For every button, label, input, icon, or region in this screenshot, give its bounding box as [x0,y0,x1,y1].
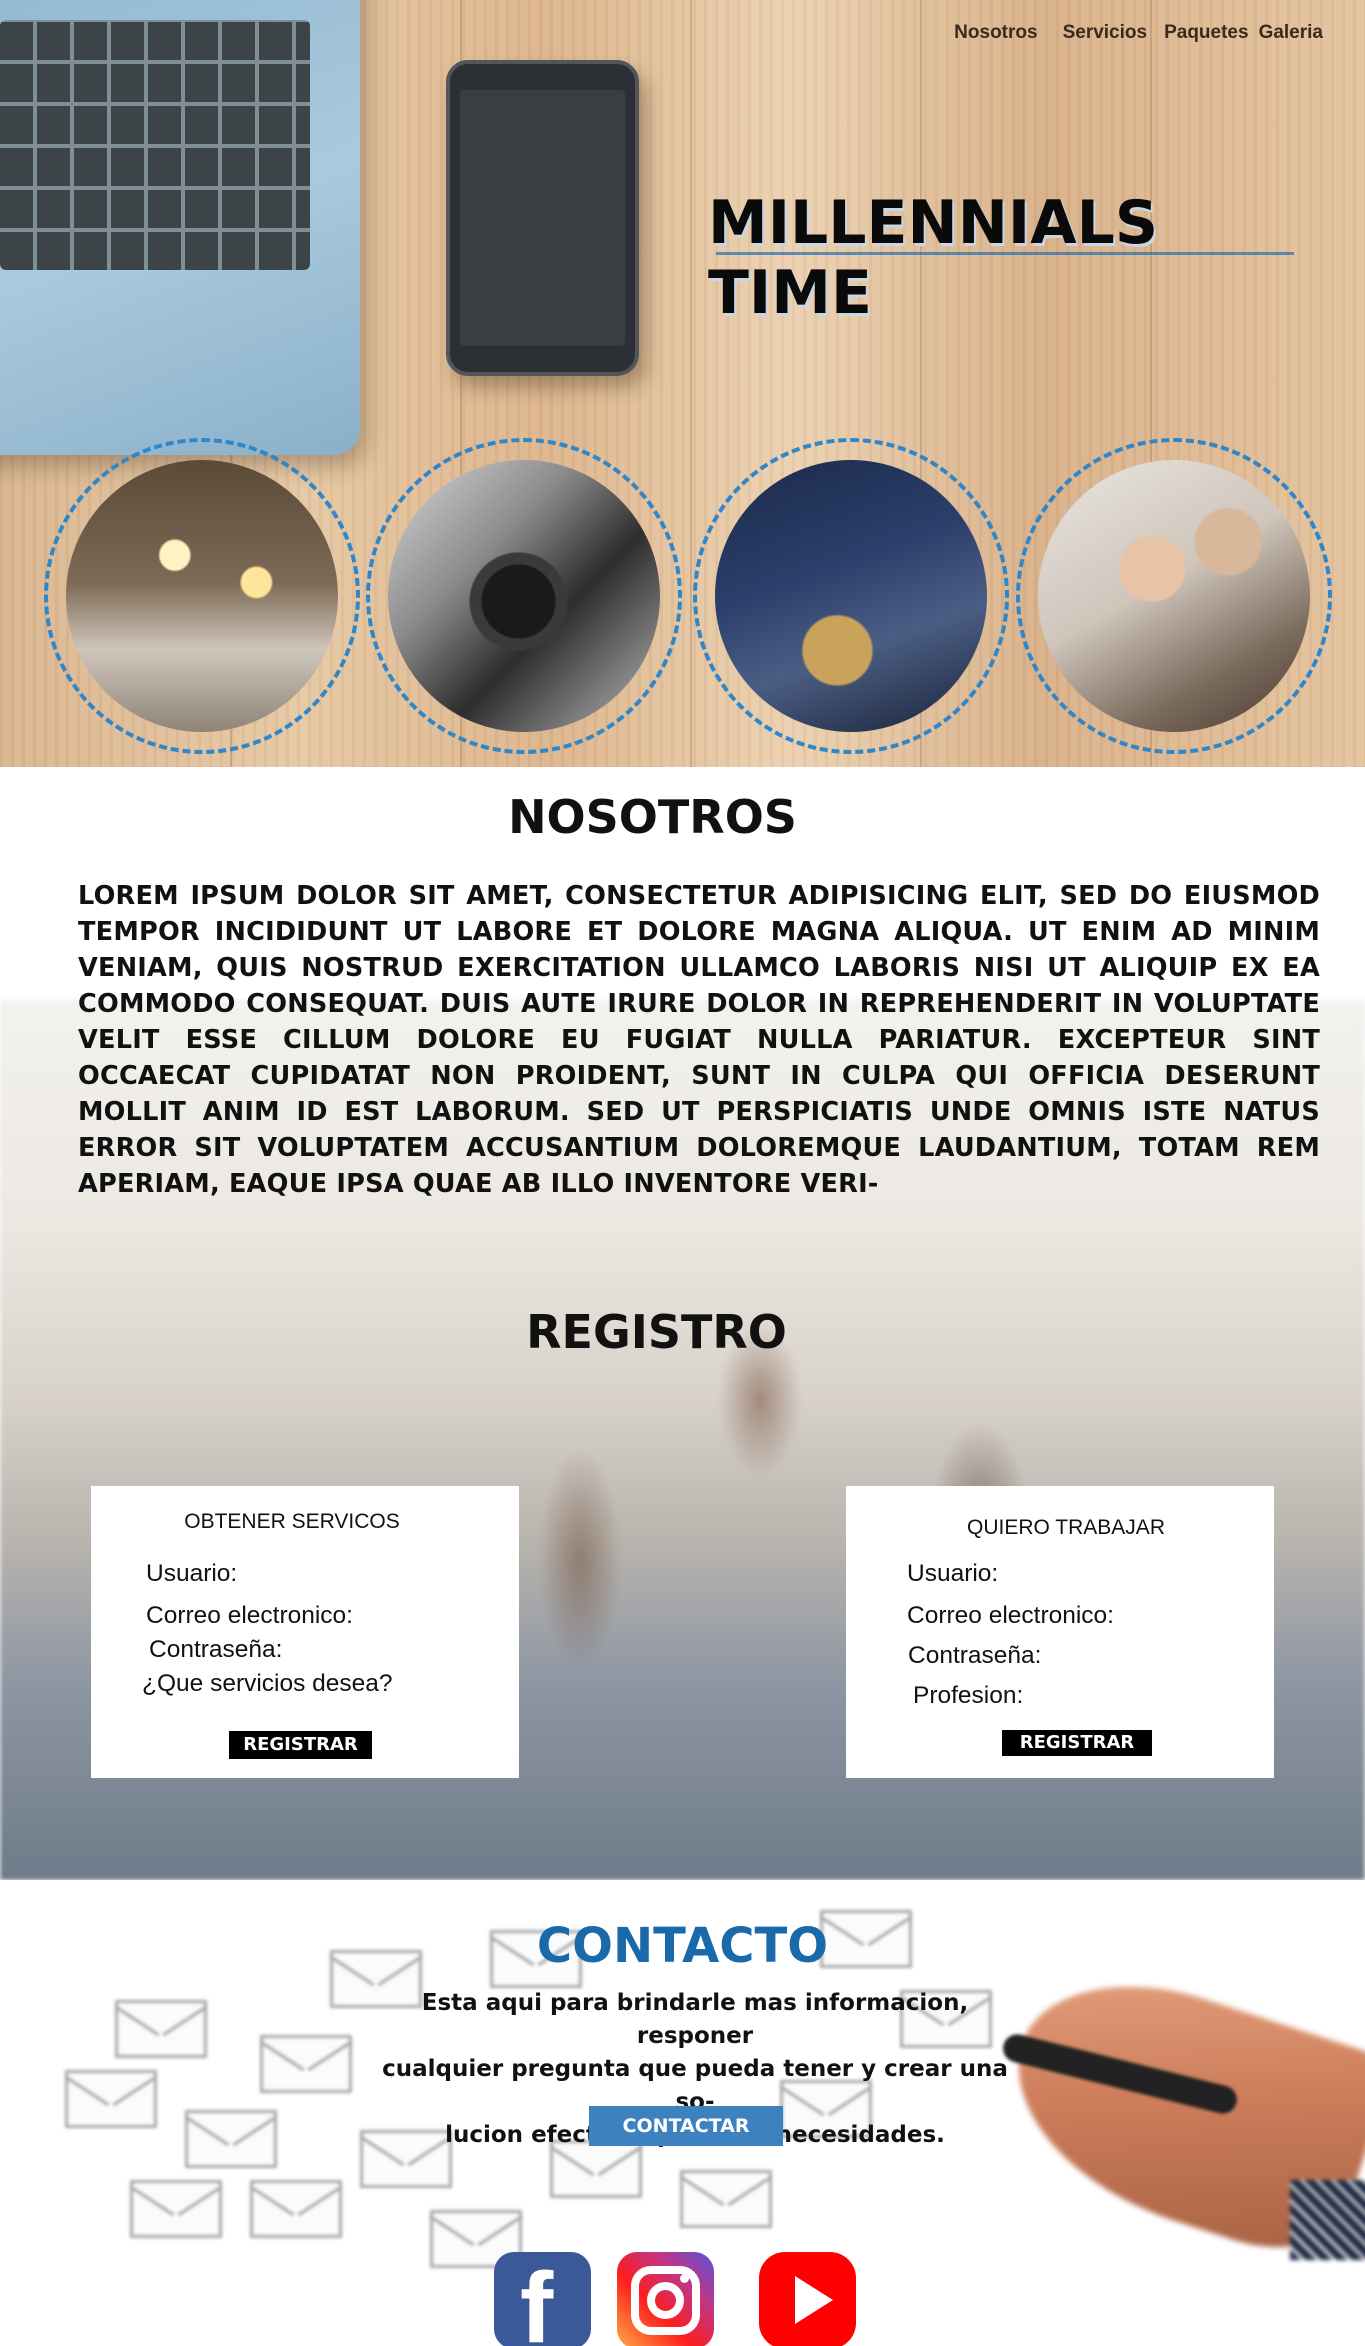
nav-link-servicios[interactable]: Servicios [1063,22,1148,44]
phone-screen [460,90,625,346]
wood-plank-line [690,0,692,767]
play-icon [795,2276,833,2324]
gallery-circle-dj[interactable] [693,438,1009,754]
nav-link-paquetes[interactable]: Paquetes [1164,22,1248,44]
gallery-circle-makeup[interactable] [1016,438,1332,754]
email-field[interactable]: Correo electronico: [146,1602,353,1630]
contacto-heading: CONTACTO [536,1918,829,1974]
envelope-icon [250,2180,342,2238]
card-title: OBTENER SERVICOS [184,1510,400,1533]
services-field[interactable]: ¿Que servicios desea? [142,1670,393,1698]
title-underline [716,252,1294,255]
envelope-icon [130,2180,222,2238]
hero-banner: Nosotros Servicios Paquetes Galeria MILL… [0,0,1365,767]
registrar-servicios-button[interactable]: REGISTRAR [229,1731,372,1759]
envelope-icon [115,2000,207,2058]
registrar-trabajar-button[interactable]: REGISTRAR [1002,1730,1152,1756]
main-nav: Nosotros Servicios Paquetes Galeria [954,22,1323,44]
usuario-field[interactable]: Usuario: [146,1560,237,1588]
event-lights-icon [66,460,338,732]
registro-heading: REGISTRO [526,1305,787,1359]
video-camera-icon [388,460,660,732]
shirt-sleeve-image [1290,2180,1365,2260]
facebook-f-glyph: f [520,2252,554,2346]
nosotros-heading: NOSOTROS [508,790,797,844]
contactar-button[interactable]: CONTACTAR [589,2106,783,2146]
dj-turntable-icon [715,460,987,732]
instagram-lens [647,2282,684,2319]
password-field[interactable]: Contraseña: [908,1642,1041,1670]
gallery-circle-events[interactable] [44,438,360,754]
envelope-icon [65,2070,157,2128]
laptop-image [0,0,360,455]
contacto-text-line: Esta aqui para brindarle mas informacion… [421,1990,969,2049]
registro-servicios-card: OBTENER SERVICOS Usuario: Correo electro… [91,1486,519,1778]
nosotros-text: Lorem ipsum dolor sit amet, consectetur … [78,881,1320,1199]
instagram-icon[interactable] [617,2252,714,2346]
email-field[interactable]: Correo electronico: [907,1602,1114,1630]
card-title: QUIERO TRABAJAR [967,1516,1165,1539]
usuario-field[interactable]: Usuario: [907,1560,998,1588]
nav-link-nosotros[interactable]: Nosotros [954,22,1037,44]
profession-field[interactable]: Profesion: [913,1682,1023,1710]
gallery-circle-video[interactable] [366,438,682,754]
password-field[interactable]: Contraseña: [149,1636,282,1664]
facebook-icon[interactable]: f [494,2252,591,2346]
envelope-icon [260,2035,352,2093]
youtube-icon[interactable] [759,2252,856,2346]
nav-link-galeria[interactable]: Galeria [1259,22,1323,44]
makeup-artist-icon [1038,460,1310,732]
instagram-dot [680,2274,689,2283]
smartphone-image [446,60,639,376]
envelope-icon [680,2170,772,2228]
keyboard-image [0,20,310,270]
registro-trabajar-card: QUIERO TRABAJAR Usuario: Correo electron… [846,1486,1274,1778]
envelope-icon [185,2110,277,2168]
site-title: MILLENNIALS TIME [708,188,1159,328]
